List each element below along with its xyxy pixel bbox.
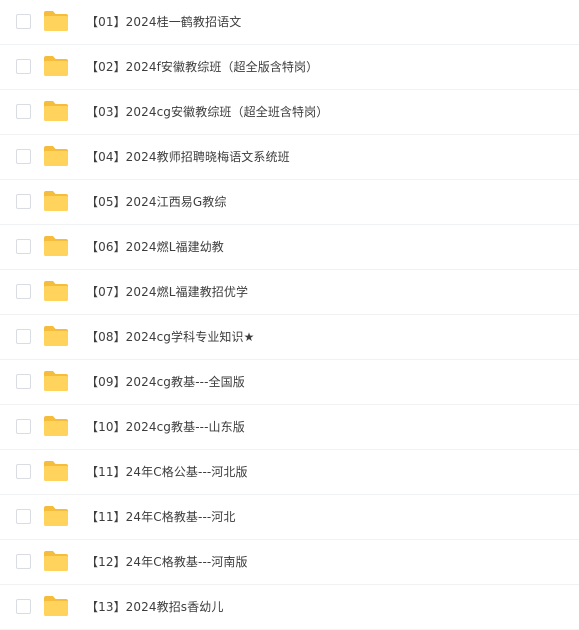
file-row[interactable]: 【11】24年C格教基---河北	[0, 495, 579, 540]
file-row[interactable]: 【07】2024燃L福建教招优学	[0, 270, 579, 315]
folder-name[interactable]: 【13】2024教招s香幼儿	[86, 599, 223, 615]
folder-icon	[43, 10, 69, 32]
folder-icon	[43, 325, 69, 347]
file-row[interactable]: 【02】2024f安徽教综班（超全版含特岗）	[0, 45, 579, 90]
file-row[interactable]: 【09】2024cg教基---全国版	[0, 360, 579, 405]
row-checkbox[interactable]	[16, 149, 31, 164]
file-row[interactable]: 【05】2024江西易G教综	[0, 180, 579, 225]
folder-name[interactable]: 【10】2024cg教基---山东版	[86, 419, 245, 435]
row-checkbox[interactable]	[16, 374, 31, 389]
folder-name[interactable]: 【11】24年C格教基---河北	[86, 509, 236, 525]
row-checkbox[interactable]	[16, 194, 31, 209]
folder-name[interactable]: 【12】24年C格教基---河南版	[86, 554, 248, 570]
file-list: 【01】2024桂一鹤教招语文 【02】2024f安徽教综班（超全版含特岗） 【…	[0, 0, 579, 630]
row-checkbox[interactable]	[16, 284, 31, 299]
folder-name[interactable]: 【07】2024燃L福建教招优学	[86, 284, 248, 300]
file-row[interactable]: 【01】2024桂一鹤教招语文	[0, 0, 579, 45]
row-checkbox[interactable]	[16, 14, 31, 29]
row-checkbox[interactable]	[16, 419, 31, 434]
folder-icon	[43, 505, 69, 527]
folder-name[interactable]: 【03】2024cg安徽教综班（超全班含特岗）	[86, 104, 328, 120]
row-checkbox[interactable]	[16, 104, 31, 119]
folder-name[interactable]: 【01】2024桂一鹤教招语文	[86, 14, 241, 30]
row-checkbox[interactable]	[16, 509, 31, 524]
file-row[interactable]: 【03】2024cg安徽教综班（超全班含特岗）	[0, 90, 579, 135]
row-checkbox[interactable]	[16, 329, 31, 344]
folder-name[interactable]: 【05】2024江西易G教综	[86, 194, 227, 210]
folder-icon	[43, 370, 69, 392]
folder-icon	[43, 145, 69, 167]
file-row[interactable]: 【11】24年C格公基---河北版	[0, 450, 579, 495]
folder-name[interactable]: 【02】2024f安徽教综班（超全版含特岗）	[86, 59, 318, 75]
row-checkbox[interactable]	[16, 239, 31, 254]
file-row[interactable]: 【06】2024燃L福建幼教	[0, 225, 579, 270]
file-row[interactable]: 【08】2024cg学科专业知识★	[0, 315, 579, 360]
folder-name[interactable]: 【06】2024燃L福建幼教	[86, 239, 224, 255]
file-row[interactable]: 【13】2024教招s香幼儿	[0, 585, 579, 630]
folder-icon	[43, 55, 69, 77]
folder-name[interactable]: 【08】2024cg学科专业知识★	[86, 329, 254, 345]
folder-icon	[43, 280, 69, 302]
row-checkbox[interactable]	[16, 464, 31, 479]
folder-icon	[43, 460, 69, 482]
folder-name[interactable]: 【11】24年C格公基---河北版	[86, 464, 248, 480]
row-checkbox[interactable]	[16, 554, 31, 569]
folder-icon	[43, 235, 69, 257]
folder-icon	[43, 550, 69, 572]
file-row[interactable]: 【12】24年C格教基---河南版	[0, 540, 579, 585]
folder-icon	[43, 415, 69, 437]
folder-name[interactable]: 【04】2024教师招聘晓梅语文系统班	[86, 149, 290, 165]
folder-icon	[43, 595, 69, 617]
folder-icon	[43, 190, 69, 212]
file-row[interactable]: 【10】2024cg教基---山东版	[0, 405, 579, 450]
folder-icon	[43, 100, 69, 122]
folder-name[interactable]: 【09】2024cg教基---全国版	[86, 374, 245, 390]
file-row[interactable]: 【04】2024教师招聘晓梅语文系统班	[0, 135, 579, 180]
row-checkbox[interactable]	[16, 59, 31, 74]
row-checkbox[interactable]	[16, 599, 31, 614]
